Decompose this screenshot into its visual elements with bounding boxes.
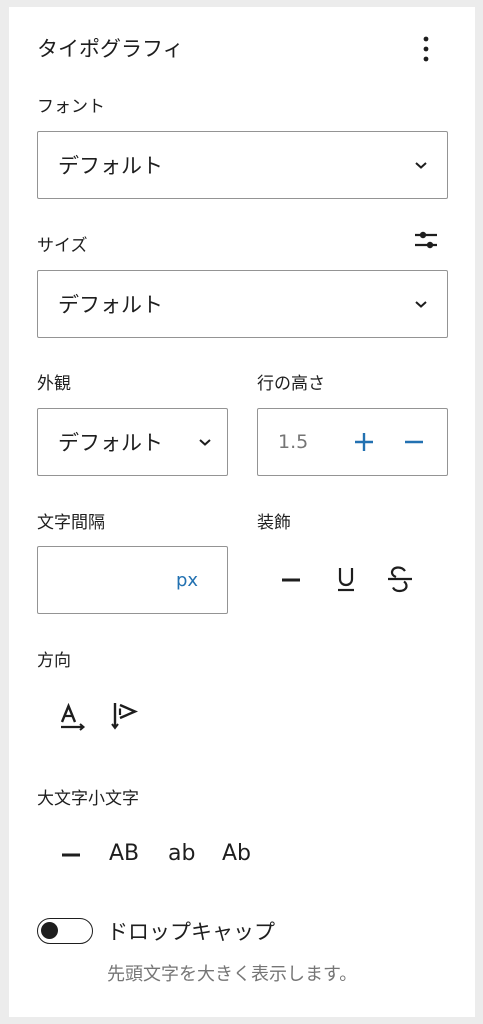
decoration-strikethrough-button[interactable]: [382, 562, 418, 596]
chevron-down-icon: [409, 292, 433, 316]
sliders-icon: [415, 231, 437, 249]
custom-size-button[interactable]: [411, 226, 441, 254]
none-icon: [282, 578, 300, 582]
size-select-value: デフォルト: [58, 293, 163, 317]
orientation-label: 方向: [37, 651, 71, 671]
horizontal-text-icon: [60, 703, 86, 731]
chevron-down-icon: [193, 430, 217, 454]
options-menu-button[interactable]: [414, 33, 438, 65]
line-height-input[interactable]: 1.5: [278, 431, 308, 453]
underline-icon: [338, 568, 354, 592]
appearance-select[interactable]: デフォルト: [37, 408, 228, 476]
decoration-label: 装飾: [257, 513, 291, 533]
font-select[interactable]: デフォルト: [37, 131, 448, 199]
decoration-none-button[interactable]: [275, 564, 307, 596]
line-height-label: 行の高さ: [257, 374, 325, 394]
toggle-knob: [41, 922, 58, 939]
letter-spacing-control: px: [37, 546, 228, 614]
appearance-select-value: デフォルト: [58, 431, 163, 455]
vertical-text-icon: [111, 703, 139, 730]
drop-cap-label[interactable]: ドロップキャップ: [107, 916, 275, 946]
chevron-down-icon: [409, 153, 433, 177]
size-select[interactable]: デフォルト: [37, 270, 448, 338]
decoration-underline-button[interactable]: [331, 562, 361, 596]
appearance-label: 外観: [37, 374, 71, 394]
lowercase-button[interactable]: ab: [168, 841, 195, 866]
typography-panel: タイポグラフィ フォント デフォルト サイズ デフォルト 外観 デフォルト 行の…: [9, 7, 475, 1017]
minus-icon: [62, 853, 80, 857]
capitalize-button[interactable]: Ab: [222, 841, 251, 866]
orientation-horizontal-button[interactable]: [57, 701, 89, 733]
plus-icon: [355, 433, 373, 451]
font-label: フォント: [37, 97, 105, 117]
unit-select[interactable]: px: [176, 570, 198, 591]
vertical-ellipsis-icon: [423, 36, 429, 62]
line-height-increment-button[interactable]: [351, 429, 377, 455]
strikethrough-icon: [388, 566, 412, 593]
letter-case-none-button[interactable]: [55, 839, 87, 871]
letter-spacing-input[interactable]: [48, 561, 168, 599]
panel-title: タイポグラフィ: [37, 37, 184, 61]
line-height-decrement-button[interactable]: [401, 429, 427, 455]
drop-cap-toggle[interactable]: [37, 918, 93, 944]
orientation-vertical-button[interactable]: [108, 699, 142, 733]
font-select-value: デフォルト: [58, 154, 163, 178]
minus-icon: [405, 440, 423, 444]
size-label: サイズ: [37, 236, 88, 256]
letter-spacing-label: 文字間隔: [37, 513, 105, 533]
line-height-control: 1.5: [257, 408, 448, 476]
letter-case-label: 大文字小文字: [37, 789, 139, 809]
uppercase-button[interactable]: AB: [109, 841, 139, 866]
drop-cap-help-text: 先頭文字を大きく表示します。: [107, 964, 358, 985]
